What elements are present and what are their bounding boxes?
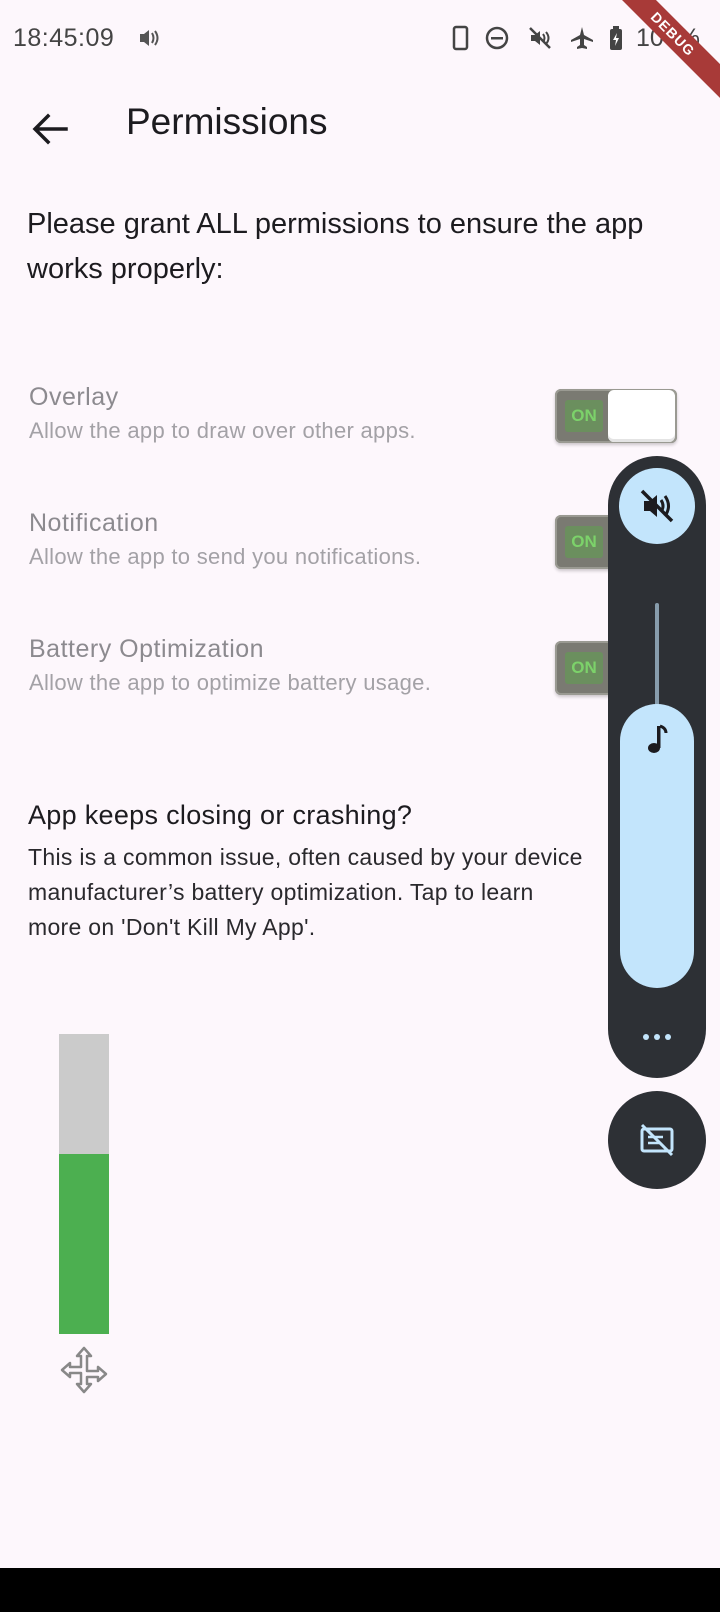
permission-description: Allow the app to send you notifications. <box>29 544 422 569</box>
toggle-on-label: ON <box>565 400 603 432</box>
more-options-button[interactable] <box>637 1022 677 1052</box>
music-note-icon <box>648 724 668 753</box>
crash-help-title: App keeps closing or crashing? <box>28 800 413 830</box>
toggle-knob <box>608 390 675 442</box>
back-button[interactable] <box>26 105 74 153</box>
overlay-toggle[interactable]: ON <box>555 389 677 443</box>
dont-kill-my-app-link[interactable]: This is a common issue, often caused by … <box>28 840 588 945</box>
arrow-back-icon <box>32 113 68 145</box>
mute-toggle-button[interactable] <box>619 468 695 544</box>
level-indicator <box>59 1034 109 1334</box>
page-title: Permissions <box>126 101 328 142</box>
intro-text: Please grant ALL permissions to ensure t… <box>27 208 644 285</box>
volume-off-icon <box>640 489 674 523</box>
volume-slider[interactable] <box>620 704 694 988</box>
move-arrows-icon[interactable] <box>58 1344 110 1396</box>
phone-icon <box>446 24 474 52</box>
permission-description: Allow the app to optimize battery usage. <box>29 670 432 695</box>
permission-overlay[interactable]: Overlay Allow the app to draw over other… <box>29 383 589 444</box>
mute-icon <box>526 24 554 52</box>
level-indicator-fill <box>59 1154 109 1334</box>
toggle-on-label: ON <box>565 526 603 558</box>
airplane-icon <box>568 24 596 52</box>
captions-off-icon <box>640 1123 674 1157</box>
permission-battery-optimization[interactable]: Battery Optimization Allow the app to op… <box>29 635 589 696</box>
battery-charging-icon <box>602 24 630 52</box>
status-bar: 18:45:09 100% DEBUG <box>0 0 720 110</box>
permission-title: Overlay <box>29 383 119 411</box>
more-horiz-icon <box>643 1034 671 1040</box>
captions-button[interactable] <box>608 1091 706 1189</box>
permission-description: Allow the app to draw over other apps. <box>29 418 416 443</box>
permission-title: Battery Optimization <box>29 635 265 663</box>
volume-vibrate-icon <box>134 24 162 52</box>
volume-panel <box>608 456 706 1078</box>
do-not-disturb-icon <box>483 24 511 52</box>
permission-title: Notification <box>29 509 159 537</box>
app-bar: Permissions <box>0 85 720 165</box>
toggle-on-label: ON <box>565 652 603 684</box>
system-navigation-bar <box>0 1568 720 1612</box>
permission-notification[interactable]: Notification Allow the app to send you n… <box>29 509 589 570</box>
status-time: 18:45:09 <box>13 24 115 52</box>
